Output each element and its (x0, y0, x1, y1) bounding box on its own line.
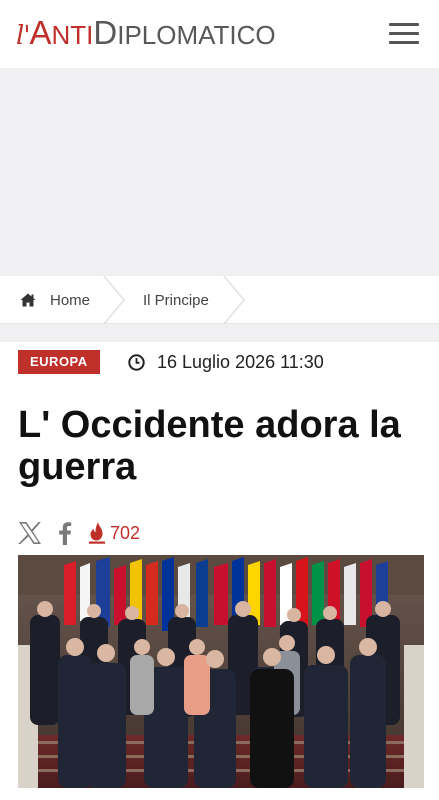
article-photo[interactable] (18, 555, 424, 788)
group-photo-image (18, 555, 424, 788)
breadcrumb-separator (103, 276, 125, 324)
clock-icon (128, 353, 145, 371)
logo-anti-rest: NTI (51, 20, 94, 50)
facebook-share-button[interactable] (58, 521, 72, 545)
home-icon (20, 293, 36, 307)
site-header: l' A NTI D IPLOMATICO (0, 0, 439, 68)
flame-icon (89, 522, 105, 544)
breadcrumb: Home Il Principe (0, 276, 439, 324)
ad-placeholder (0, 68, 439, 276)
hamburger-icon[interactable] (389, 22, 419, 44)
x-share-button[interactable] (18, 522, 42, 544)
views-count: 702 (110, 522, 141, 543)
logo-diplo-rest: IPLOMATICO (117, 20, 276, 50)
x-icon (18, 522, 41, 544)
category-badge[interactable]: EUROPA (18, 350, 100, 374)
breadcrumb-home[interactable]: Home (20, 276, 90, 324)
social-bar: 702 (18, 518, 140, 548)
site-logo[interactable]: l' A NTI D IPLOMATICO (16, 14, 276, 51)
article: EUROPA 16 Luglio 2026 11:30 L' Occidente… (0, 342, 439, 800)
breadcrumb-section[interactable]: Il Principe (143, 276, 209, 324)
logo-diplo-initial: D (93, 14, 118, 51)
breadcrumb-home-label: Home (50, 291, 91, 309)
logo-prefix: l' (16, 21, 31, 51)
article-date: 16 Luglio 2026 11:30 (128, 350, 324, 374)
views-counter: 702 (88, 522, 140, 544)
breadcrumb-separator (223, 276, 245, 324)
logo-anti-initial: A (29, 14, 52, 51)
breadcrumb-section-label: Il Principe (143, 291, 209, 309)
article-title: L' Occidente adora la guerra (18, 404, 401, 488)
article-date-text: 16 Luglio 2026 11:30 (157, 351, 324, 372)
facebook-icon (59, 522, 72, 545)
